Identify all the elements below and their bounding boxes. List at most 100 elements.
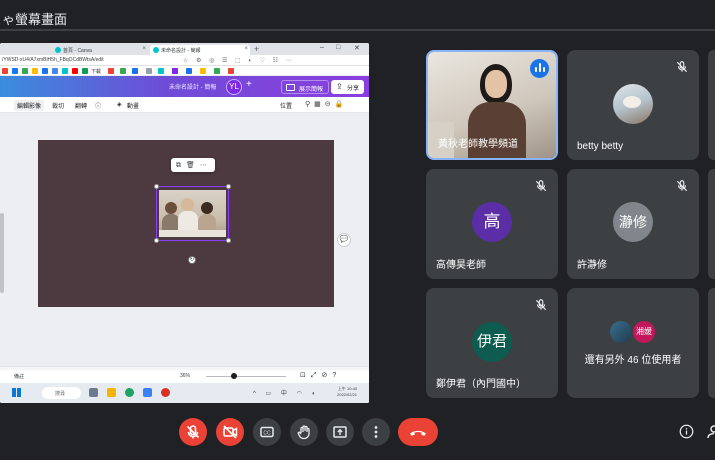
resize-handle[interactable] [226,184,231,189]
present-button[interactable]: 展示簡報 [281,80,330,94]
file-explorer-icon[interactable] [107,388,116,397]
animate-button[interactable]: 動畫 [127,101,139,110]
bookmark-label[interactable]: 下載 [91,68,101,75]
bookmark-icon[interactable] [12,68,18,74]
share-button[interactable]: ⇪ 分享 [331,80,365,94]
mic-off-icon [676,61,688,73]
vertical-scrollbar[interactable] [0,213,4,293]
selected-image[interactable] [154,184,231,243]
bookmark-icon[interactable] [172,68,178,74]
bookmark-icon[interactable] [62,68,68,74]
store-icon[interactable] [143,388,152,397]
bookmark-icon[interactable] [52,68,58,74]
windows-start-icon[interactable] [12,388,21,397]
toolbar-extra-icons[interactable]: ⚲▦⊝🔒 [305,100,347,108]
bookmark-icon[interactable] [186,68,192,74]
overflow-tile [708,169,715,279]
participant-name: 鄭伊君（內門國中） [436,379,526,390]
task-view-icon[interactable] [89,388,98,397]
address-bar[interactable]: /YWSD-xU4/A7xmBiH5h_FBqOCdBWtsA/edit ☆ ⚙… [0,55,369,66]
element-floating-toolbar[interactable]: ⧉🗑⋯ [171,158,215,172]
participant-name: 黃秋老師教學頻道 [438,139,518,150]
bookmark-icon[interactable] [120,68,126,74]
overflow-tile [708,288,715,398]
captions-icon: CC [260,426,274,438]
mic-toggle-button[interactable] [179,418,207,446]
rotate-handle-icon[interactable]: ↻ [188,256,196,264]
minimize-icon[interactable]: – [320,44,324,51]
participant-tile[interactable]: 伊君 鄭伊君（內門國中） [426,288,558,398]
bookmark-icon[interactable] [200,68,206,74]
edit-image-button[interactable]: 編輯影像 [14,100,45,111]
bookmark-icon[interactable] [72,68,78,74]
taskbar-search[interactable]: 搜尋 [42,387,81,399]
edge-browser-icon[interactable] [125,388,134,397]
bookmark-icon[interactable] [108,68,114,74]
canva-header: 未命名設計 - 簡報 YL + 展示簡報 ⇪ 分享 [0,76,369,97]
user-avatar[interactable]: YL [226,79,242,95]
browser-tab-home[interactable]: 首頁 - Canva × [52,45,148,55]
position-button[interactable]: 位置 [280,101,292,110]
bookmark-icon[interactable] [42,68,48,74]
new-tab-icon[interactable]: + [254,44,259,54]
resize-handle[interactable] [226,238,231,243]
camera-off-icon [223,425,238,439]
animate-icon[interactable]: ◈ [117,101,122,108]
bookmark-icon[interactable] [228,68,234,74]
bookmark-icon[interactable] [132,68,138,74]
participant-tile[interactable]: 高 高傳昊老師 [426,169,558,279]
more-options-button[interactable] [362,418,390,446]
search-placeholder: 搜尋 [55,391,66,397]
resize-handle[interactable] [154,184,159,189]
bookmark-icon[interactable] [22,68,28,74]
raise-hand-button[interactable] [290,418,318,446]
resize-handle[interactable] [154,238,159,243]
shared-screen: 首頁 - Canva × 未命名設計 - 簡報 × + – □ ✕ /YWSD-… [0,43,369,403]
participant-name: betty betty [577,141,624,152]
close-tab-icon[interactable]: × [244,46,248,52]
other-participants-tile[interactable]: 湘媛 還有另外 46 位使用者 [567,288,699,398]
participant-tile[interactable]: betty betty [567,50,699,160]
system-tray[interactable]: ^ ▭ 中 ◠ ◖ [253,388,319,397]
flip-button[interactable]: 翻轉 [75,101,87,110]
title-divider [0,29,715,31]
bookmark-icon[interactable] [214,68,220,74]
document-name[interactable]: 未命名設計 - 簡報 [169,82,216,91]
present-screen-button[interactable] [326,418,354,446]
captions-button[interactable]: CC [253,418,281,446]
comment-icon[interactable]: 💬 [337,233,351,247]
more-vert-icon [374,426,378,438]
mic-off-icon [186,425,200,439]
extension-icons[interactable]: ☆ ⚙ ◎ ☰ ⬚ ◐ ♡ ☷ ⋯ [183,57,295,64]
crop-button[interactable]: 裁切 [52,101,64,110]
participant-tile[interactable]: 瀞修 許瀞修 [567,169,699,279]
meet-window: ゃ螢幕畫面 首頁 - Canva × 未命名設計 - 簡報 × + – □ ✕ … [0,0,715,460]
notes-button[interactable]: 備註 [14,373,24,380]
meeting-details-icon[interactable] [679,424,694,439]
leave-call-button[interactable] [398,418,438,446]
browser-tab-design[interactable]: 未命名設計 - 簡報 × [150,45,250,55]
bookmark-icon[interactable] [158,68,164,74]
view-icons[interactable]: ⊡⤢⊘? [300,371,341,380]
zoom-slider-handle[interactable] [231,373,237,379]
slide-canvas[interactable]: ⧉🗑⋯ ↻ [38,140,334,307]
maximize-icon[interactable]: □ [336,44,340,51]
bookmark-icon[interactable] [146,68,152,74]
office-icon[interactable] [161,388,170,397]
canva-favicon-icon [153,47,159,53]
zoom-slider[interactable] [206,376,286,377]
participant-photo [613,84,653,124]
taskbar-clock[interactable]: 上午 10:40 2022/02/21 [337,386,357,398]
close-window-icon[interactable]: ✕ [354,44,360,52]
add-collaborator-icon[interactable]: + [246,79,252,90]
bookmark-icon[interactable] [82,68,88,74]
people-icon[interactable] [707,424,715,439]
participant-tile-speaking[interactable]: 黃秋老師教學頻道 [426,50,558,160]
bookmark-icon[interactable] [2,68,8,74]
url-text: /YWSD-xU4/A7xmBiH5h_FBqOCdBWtsA/edit [2,57,104,63]
camera-toggle-button[interactable] [216,418,244,446]
participant-avatar: 高 [472,202,512,242]
bookmark-icon[interactable] [32,68,38,74]
info-icon[interactable]: ⓘ [95,101,101,110]
close-tab-icon[interactable]: × [142,46,146,52]
